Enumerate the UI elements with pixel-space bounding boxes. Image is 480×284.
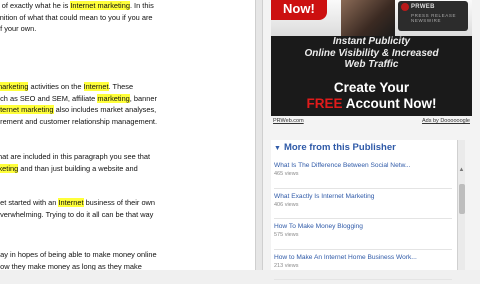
list-item[interactable]: How to Make An Internet Home Business Wo… xyxy=(274,254,452,280)
article-line: marketing activities on the Internet. Th… xyxy=(0,81,255,93)
text-segment: , banner xyxy=(129,93,157,103)
ads-by-link[interactable]: Ads by Doooooogle xyxy=(422,118,470,124)
ad-footer: PRWeb.com Ads by Doooooogle xyxy=(271,118,472,128)
article-line: how they make money as long as they make xyxy=(0,261,255,270)
document-scrollbar[interactable] xyxy=(255,0,263,270)
highlighted-keyword: marketing xyxy=(97,93,130,103)
highlighted-keyword: Internet xyxy=(58,198,84,207)
publisher-item-link[interactable]: How to Make An Internet Home Business Wo… xyxy=(274,254,452,261)
text-segment: . In this xyxy=(129,1,154,10)
ad-header-strip: Now! PRWEB PRESS RELEASE NEWSWIRE xyxy=(271,0,472,36)
scroll-up-arrow-icon[interactable]: ▲ xyxy=(458,166,465,174)
publisher-header[interactable]: ▼ More from this Publisher xyxy=(274,142,396,153)
article-line: rketing and than just building a website… xyxy=(0,163,255,175)
ad-headline-line: Online Visibility & Increased xyxy=(304,47,439,59)
document-view: s of exactly what he is Internet marketi… xyxy=(0,0,255,270)
ad-headline-line: Web Traffic xyxy=(344,59,399,70)
list-item[interactable]: What Is The Difference Between Social Ne… xyxy=(274,162,452,189)
publisher-item-views: 406 views xyxy=(274,201,299,208)
prweb-logo: PRWEB PRESS RELEASE NEWSWIRE xyxy=(398,1,468,31)
ad-headline: Instant Publicity Online Visibility & In… xyxy=(271,36,472,71)
text-segment: business of their own xyxy=(83,198,155,207)
text-segment: get started with an xyxy=(0,198,59,207)
scrollbar-thumb[interactable] xyxy=(459,184,465,214)
highlighted-keyword: rketing xyxy=(0,163,19,173)
article-line: that are included in this paragraph you … xyxy=(0,151,255,163)
ad-source-link[interactable]: PRWeb.com xyxy=(273,118,304,124)
text-segment: overwhelming. Trying to do it all can be… xyxy=(0,209,154,219)
ad-cta-free: FREE xyxy=(306,96,343,111)
more-from-publisher: ▼ More from this Publisher What Is The Di… xyxy=(271,140,457,280)
highlighted-keyword: nternet marketing xyxy=(0,105,54,115)
highlighted-keyword: Internet xyxy=(83,82,109,91)
publisher-item-link[interactable]: What Is The Difference Between Social Ne… xyxy=(274,162,452,169)
publisher-list: What Is The Difference Between Social Ne… xyxy=(274,162,452,284)
prweb-logo-name: PRWEB xyxy=(411,4,435,10)
article-paragraph: day in hopes of being able to make money… xyxy=(0,249,255,270)
text-segment: . These xyxy=(108,82,134,91)
article-line: urement and customer relationship manage… xyxy=(0,116,255,128)
publisher-item-link[interactable]: What Exactly Is Internet Marketing xyxy=(274,193,452,200)
text-segment: finition of what that could mean to you … xyxy=(0,12,153,22)
text-segment: day in hopes of being able to make money… xyxy=(0,250,157,259)
text-segment: how they make money as long as they make xyxy=(0,261,142,270)
ad-cta-line2: FREE Account Now! xyxy=(271,96,472,112)
publisher-item-views: 465 views xyxy=(274,171,299,177)
highlighted-keyword: marketing xyxy=(0,82,29,91)
text-segment: uch as SEO and SEM, affiliate xyxy=(0,93,98,103)
publisher-item-views: 213 views xyxy=(274,262,299,269)
ad-headline-line: Instant Publicity xyxy=(332,36,411,47)
text-segment: s of exactly what he is xyxy=(0,1,71,10)
article-line: nternet marketing also includes market a… xyxy=(0,104,255,116)
text-segment: that are included in this paragraph you … xyxy=(0,152,151,161)
text-segment: also includes market analyses, xyxy=(53,105,157,115)
text-segment: activities on the xyxy=(28,82,84,91)
article-paragraph: s of exactly what he is Internet marketi… xyxy=(0,0,255,35)
text-segment: and than just building a website and xyxy=(18,163,138,173)
publisher-scrollbar[interactable]: ▲ xyxy=(457,140,465,270)
ad-call-to-action[interactable]: Create Your FREE Account Now! xyxy=(271,80,472,112)
publisher-item-link[interactable]: How To Make Money Blogging xyxy=(274,223,452,230)
prweb-logo-tagline: PRESS RELEASE NEWSWIRE xyxy=(411,13,457,23)
article-paragraph: get started with an Internet business of… xyxy=(0,197,255,220)
highlighted-keyword: Internet marketing xyxy=(70,1,130,10)
ad-cta-line1: Create Your xyxy=(333,80,410,95)
article-line: uch as SEO and SEM, affiliate marketing,… xyxy=(0,93,255,105)
ad-now-badge: Now! xyxy=(271,0,327,20)
text-segment: urement and customer relationship manage… xyxy=(0,116,158,126)
list-item[interactable]: How To Make Money Blogging 575 views xyxy=(274,223,452,250)
prweb-ad-banner[interactable]: Now! PRWEB PRESS RELEASE NEWSWIRE Instan… xyxy=(271,0,472,116)
article-line: of your own. xyxy=(0,23,255,35)
text-segment: of your own. xyxy=(0,24,37,34)
article-line: day in hopes of being able to make money… xyxy=(0,249,255,261)
ad-cta-rest: Account Now! xyxy=(345,96,437,111)
article-line: finition of what that could mean to you … xyxy=(0,12,255,24)
article-line: get started with an Internet business of… xyxy=(0,197,255,209)
article-line: s of exactly what he is Internet marketi… xyxy=(0,0,255,12)
side-panel: Now! PRWEB PRESS RELEASE NEWSWIRE Instan… xyxy=(263,0,480,280)
publisher-item-views: 575 views xyxy=(274,232,299,238)
article-paragraph: marketing activities on the Internet. Th… xyxy=(0,81,255,127)
article-line: overwhelming. Trying to do it all can be… xyxy=(0,209,255,221)
prweb-logo-icon xyxy=(401,3,409,11)
list-item[interactable]: What Exactly Is Internet Marketing 406 v… xyxy=(274,193,452,219)
article-paragraph: that are included in this paragraph you … xyxy=(0,151,255,174)
publisher-title: More from this Publisher xyxy=(283,142,396,153)
expand-triangle-icon[interactable]: ▼ xyxy=(274,145,281,152)
ad-photo xyxy=(341,0,395,36)
